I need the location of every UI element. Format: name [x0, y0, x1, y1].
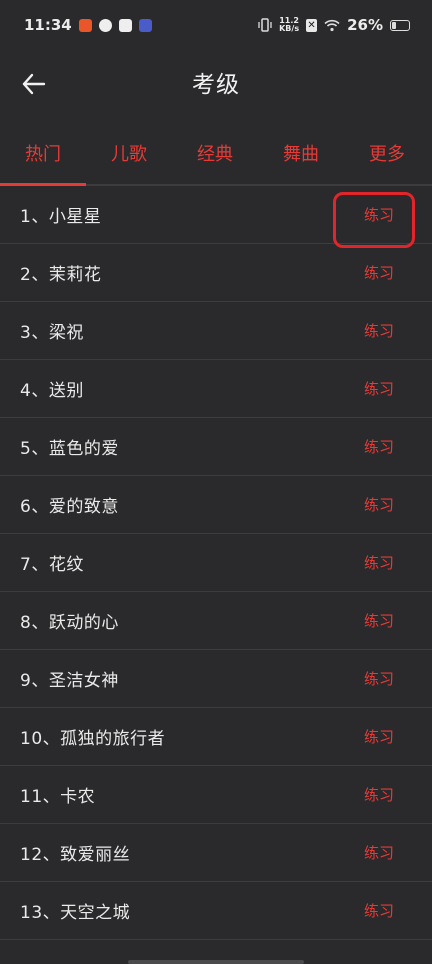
practice-button[interactable]: 练习 [364, 668, 394, 689]
song-row[interactable]: 5、蓝色的爱 练习 [0, 418, 432, 476]
song-row[interactable]: 3、梁祝 练习 [0, 302, 432, 360]
song-name: 2、茉莉花 [20, 265, 102, 285]
wifi-icon [324, 19, 340, 31]
practice-button[interactable]: 练习 [364, 262, 394, 283]
practice-button[interactable]: 练习 [364, 842, 394, 863]
practice-button[interactable]: 练习 [364, 378, 394, 399]
sync-app-icon [98, 18, 112, 32]
song-name: 11、卡农 [20, 787, 96, 807]
tab-children-songs[interactable]: 儿歌 [86, 126, 172, 184]
no-sim-icon: ✕ [306, 18, 318, 32]
song-name: 4、送别 [20, 381, 84, 401]
vibrate-icon [258, 18, 272, 32]
practice-button[interactable]: 练习 [364, 552, 394, 573]
category-tabs: 热门 儿歌 经典 舞曲 更多 [0, 126, 432, 186]
song-row[interactable]: 1、小星星 练习 [0, 186, 432, 248]
practice-button[interactable]: 练习 [364, 726, 394, 747]
video-app-icon [138, 18, 152, 32]
song-name: 7、花纹 [20, 555, 84, 575]
tab-more[interactable]: 更多 [344, 126, 430, 184]
song-row[interactable]: 4、送别 练习 [0, 360, 432, 418]
song-row[interactable]: 13、天空之城 练习 [0, 882, 432, 940]
status-time: 11:34 [24, 16, 72, 34]
message-app-icon [118, 18, 132, 32]
network-speed: 11.2 KB/s [279, 16, 300, 33]
battery-percent: 26% [347, 16, 383, 34]
practice-button[interactable]: 练习 [364, 204, 394, 225]
tab-dance[interactable]: 舞曲 [258, 126, 344, 184]
song-list: 1、小星星 练习 2、茉莉花 练习 3、梁祝 练习 4、送别 练习 5、蓝色的爱 练习 6、爱的致意… [0, 186, 432, 940]
song-name: 5、蓝色的爱 [20, 439, 119, 459]
song-row[interactable]: 12、致爱丽丝 练习 [0, 824, 432, 882]
practice-button[interactable]: 练习 [364, 610, 394, 631]
battery-icon [390, 19, 410, 31]
song-row[interactable]: 7、花纹 练习 [0, 534, 432, 592]
song-name: 12、致爱丽丝 [20, 845, 131, 865]
song-row[interactable]: 9、圣洁女神 练习 [0, 650, 432, 708]
practice-button[interactable]: 练习 [364, 436, 394, 457]
song-row[interactable]: 8、跃动的心 练习 [0, 592, 432, 650]
home-indicator[interactable] [128, 960, 304, 964]
shopping-app-icon [78, 18, 92, 32]
song-row[interactable]: 10、孤独的旅行者 练习 [0, 708, 432, 766]
song-name: 6、爱的致意 [20, 497, 119, 517]
header: 考级 [0, 50, 432, 114]
page-title: 考级 [192, 72, 240, 98]
status-bar: 11:34 11.2 KB/s ✕ 26% [0, 0, 432, 50]
song-name: 8、跃动的心 [20, 613, 119, 633]
song-row[interactable]: 6、爱的致意 练习 [0, 476, 432, 534]
practice-button[interactable]: 练习 [364, 900, 394, 921]
song-row[interactable]: 2、茉莉花 练习 [0, 244, 432, 302]
tab-classic[interactable]: 经典 [172, 126, 258, 184]
song-name: 9、圣洁女神 [20, 671, 119, 691]
practice-button[interactable]: 练习 [364, 320, 394, 341]
back-arrow-icon[interactable] [20, 70, 48, 98]
practice-button[interactable]: 练习 [364, 784, 394, 805]
song-name: 13、天空之城 [20, 903, 131, 923]
song-name: 10、孤独的旅行者 [20, 729, 166, 749]
song-name: 1、小星星 [20, 207, 102, 227]
song-row[interactable]: 11、卡农 练习 [0, 766, 432, 824]
practice-button[interactable]: 练习 [364, 494, 394, 515]
song-name: 3、梁祝 [20, 323, 84, 343]
tab-hot[interactable]: 热门 [0, 126, 86, 186]
